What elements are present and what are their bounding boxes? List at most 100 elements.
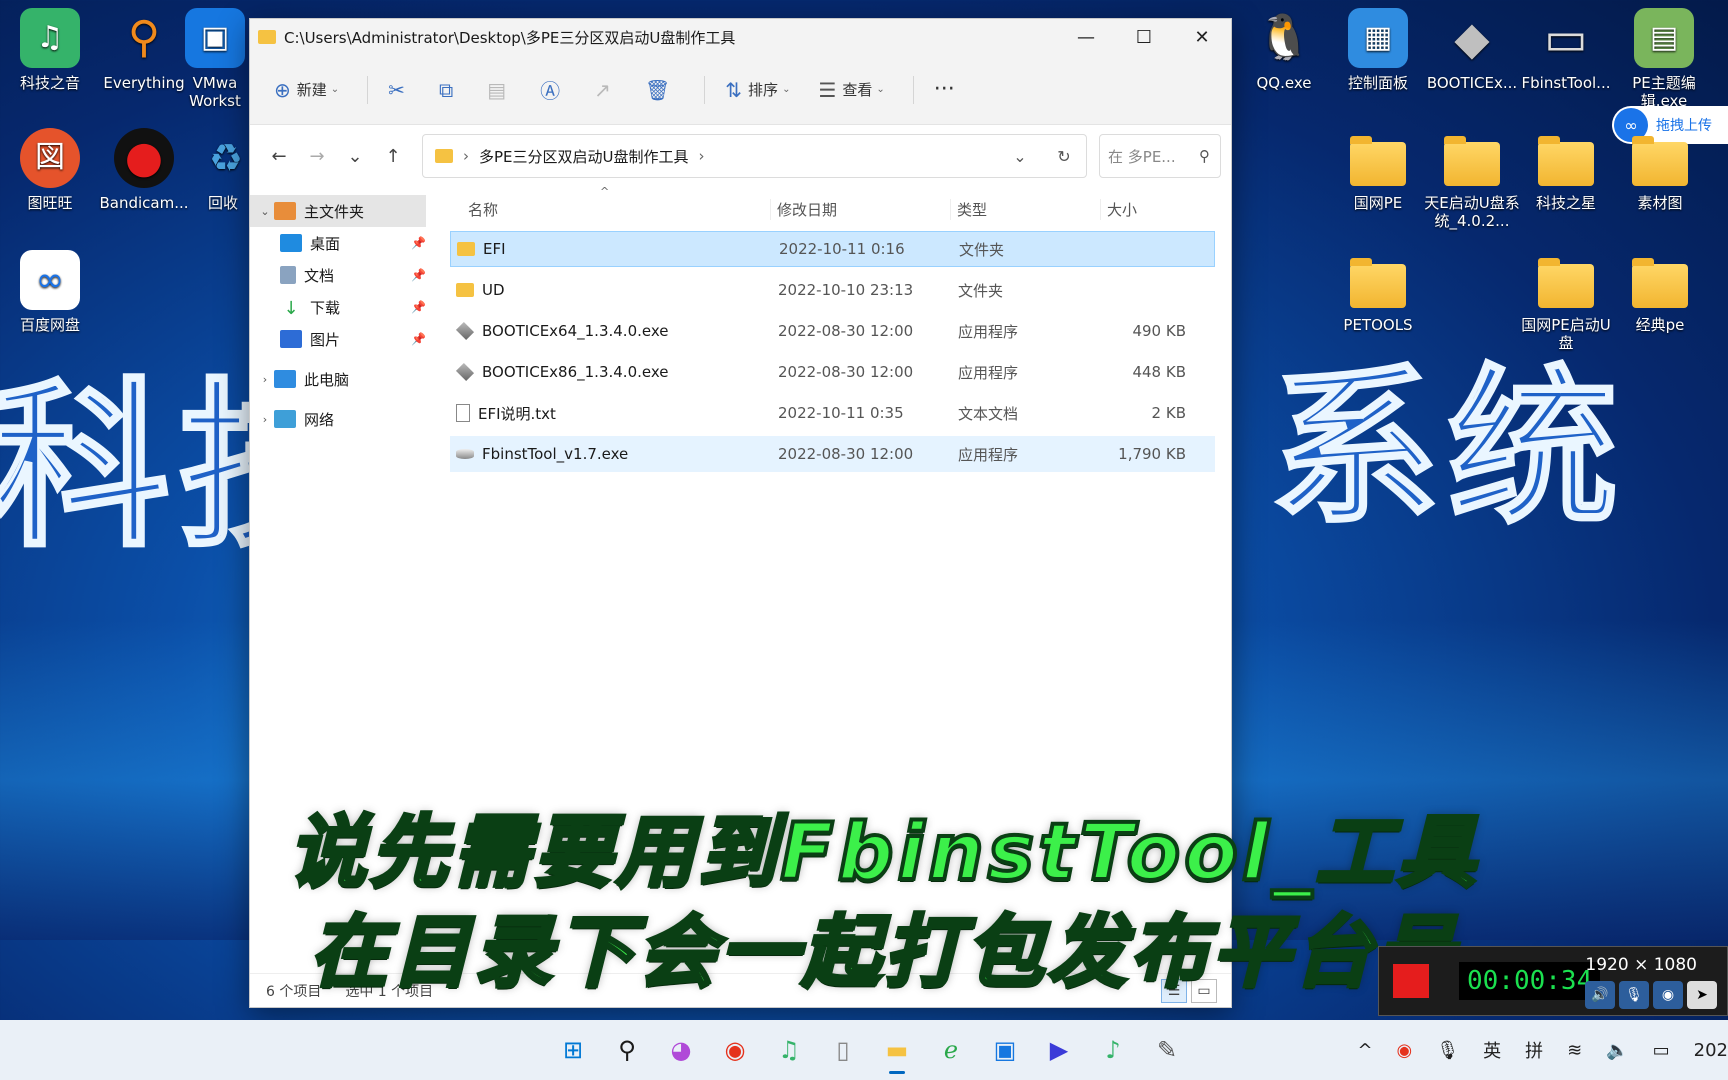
sort-button[interactable]: ⇅ 排序 ⌄ <box>715 70 800 110</box>
taskbar-app[interactable]: ♫ <box>767 1028 811 1072</box>
desktop-icon-kejizhiyin[interactable]: ♫ 科技之音 <box>2 8 98 92</box>
taskbar-app[interactable]: ℯ <box>929 1028 973 1072</box>
taskbar-app[interactable]: ▣ <box>983 1028 1027 1072</box>
folder-icon <box>1538 258 1594 308</box>
sidebar-item-label: 下载 <box>310 298 341 317</box>
table-row[interactable]: BOOTICEx86_1.3.4.0.exe 2022-08-30 12:00 … <box>450 354 1215 390</box>
record-stop-button[interactable] <box>1393 964 1429 998</box>
cursor-icon[interactable]: ➤ <box>1687 981 1717 1009</box>
desktop-folder[interactable]: 天E启动U盘系统_4.0.2... <box>1424 132 1520 230</box>
column-header-date[interactable]: 修改日期 <box>770 198 950 220</box>
desktop-icon-fbinsttool[interactable]: ▭ FbinstTool... <box>1518 8 1614 92</box>
recorder-tray-icon[interactable]: ◉ <box>1397 1040 1413 1061</box>
microphone-icon[interactable]: 🎙 <box>1436 1040 1459 1061</box>
view-button[interactable]: ☰ 查看 ⌄ <box>808 70 894 110</box>
up-button[interactable]: ↑ <box>374 136 412 176</box>
sidebar-item-home[interactable]: ⌄ 主文件夹 <box>250 195 426 227</box>
navigation-bar: ← → ⌄ ↑ › 多PE三分区双启动U盘制作工具 › ⌄ ↻ 在 多PE...… <box>250 125 1231 187</box>
desktop-icon-pe-theme[interactable]: ▤ PE主题编辑.exe <box>1612 8 1716 110</box>
ime-mode[interactable]: 拼 <box>1525 1037 1543 1063</box>
sort-label: 排序 <box>748 81 779 99</box>
taskbar-app[interactable]: ♪ <box>1091 1028 1135 1072</box>
taskbar-search-button[interactable]: ⚲ <box>605 1028 649 1072</box>
table-row[interactable]: BOOTICEx64_1.3.4.0.exe 2022-08-30 12:00 … <box>450 313 1215 349</box>
close-button[interactable]: ✕ <box>1173 19 1231 55</box>
speaker-icon[interactable]: 🔊 <box>1585 981 1615 1009</box>
desktop-icon-bandicam[interactable]: ● Bandicam... <box>96 128 192 212</box>
sidebar-item-network[interactable]: › 网络 <box>250 403 440 435</box>
desktop-icon-tuwangwang[interactable]: 図 图旺旺 <box>2 128 98 212</box>
desktop-folder[interactable]: 国网PE启动U盘 <box>1518 254 1614 352</box>
table-row[interactable]: UD 2022-10-10 23:13 文件夹 <box>450 272 1215 308</box>
column-header-name[interactable]: 名称 <box>450 199 770 220</box>
sidebar-item-downloads[interactable]: ↓ 下载 📌 <box>250 291 440 323</box>
taskbar-app[interactable]: ◕ <box>659 1028 703 1072</box>
desktop-folder[interactable]: 经典pe <box>1612 254 1708 334</box>
taskbar: ⊞ ⚲ ◕ ◉ ♫ ▯ ▬ ℯ ▣ ▶ ♪ ✎ ^ ◉ 🎙 英 拼 ≋ 🔈 ▭ … <box>0 1020 1728 1080</box>
delete-button[interactable]: 🗑 <box>635 70 686 110</box>
clock[interactable]: 202 <box>1694 1040 1728 1061</box>
sidebar-item-documents[interactable]: 文档 📌 <box>250 259 440 291</box>
sidebar-item-this-pc[interactable]: › 此电脑 <box>250 363 440 395</box>
minimize-button[interactable]: — <box>1057 19 1115 55</box>
maximize-button[interactable]: ☐ <box>1115 19 1173 55</box>
column-header-size[interactable]: 大小 <box>1100 198 1190 220</box>
sidebar-item-pictures[interactable]: 图片 📌 <box>250 323 440 355</box>
desktop-folder[interactable]: PETOOLS <box>1330 254 1426 334</box>
rename-button[interactable]: Ⓐ <box>530 70 576 110</box>
taskbar-app[interactable]: ✎ <box>1145 1028 1189 1072</box>
file-date: 2022-08-30 12:00 <box>778 322 914 340</box>
taskbar-app[interactable]: ▶ <box>1037 1028 1081 1072</box>
desktop-folder[interactable]: 素材图 <box>1612 132 1708 212</box>
microphone-icon[interactable]: 🎙 <box>1619 981 1649 1009</box>
table-row[interactable]: EFI 2022-10-11 0:16 文件夹 <box>450 231 1215 267</box>
battery-icon[interactable]: ▭ <box>1653 1040 1670 1061</box>
copy-button[interactable]: ⧉ <box>429 70 469 110</box>
more-options-button[interactable]: ··· <box>924 70 965 110</box>
sidebar-item-desktop[interactable]: 桌面 📌 <box>250 227 440 259</box>
desktop-icon-qq[interactable]: 🐧 QQ.exe <box>1236 8 1332 93</box>
control-panel-icon: ▦ <box>1348 8 1408 68</box>
forward-button[interactable]: → <box>298 136 336 176</box>
application-icon <box>455 362 475 382</box>
webcam-icon[interactable]: ◉ <box>1653 981 1683 1009</box>
recent-locations-button[interactable]: ⌄ <box>336 136 374 176</box>
address-bar[interactable]: › 多PE三分区双启动U盘制作工具 › ⌄ ↻ <box>422 134 1087 178</box>
paste-button[interactable]: ▤ <box>477 70 522 110</box>
record-icon: ◉ <box>724 1036 746 1064</box>
pin-icon: 📌 <box>411 300 426 314</box>
taskbar-app[interactable]: ▯ <box>821 1028 865 1072</box>
wifi-icon[interactable]: ≋ <box>1567 1040 1582 1061</box>
title-bar[interactable]: C:\Users\Administrator\Desktop\多PE三分区双启动… <box>250 19 1231 55</box>
address-history-button[interactable]: ⌄ <box>998 147 1042 166</box>
desktop-icon-label: Everything <box>103 74 185 92</box>
share-button[interactable]: ↗ <box>584 70 627 110</box>
desktop-icon-baidu-netdisk[interactable]: ∞ 百度网盘 <box>2 250 98 334</box>
ime-language[interactable]: 英 <box>1483 1037 1501 1063</box>
chevron-down-icon: ⌄ <box>782 84 791 95</box>
search-box[interactable]: 在 多PE... ⚲ <box>1099 134 1221 178</box>
file-size: 1,790 KB <box>1118 445 1186 463</box>
desktop-icon-recycle-bin[interactable]: ♻ 回收 <box>196 128 250 212</box>
refresh-button[interactable]: ↻ <box>1042 147 1086 166</box>
desktop-icon-everything[interactable]: ⚲ Everything <box>96 8 192 93</box>
taskbar-app-file-explorer[interactable]: ▬ <box>875 1028 919 1074</box>
table-row[interactable]: FbinstTool_v1.7.exe 2022-08-30 12:00 应用程… <box>450 436 1215 472</box>
note-icon: ✎ <box>1156 1036 1178 1064</box>
back-button[interactable]: ← <box>260 136 298 176</box>
taskbar-app[interactable]: ◉ <box>713 1028 757 1072</box>
folder-icon <box>258 30 276 44</box>
desktop-icon-bootice[interactable]: ◆ BOOTICEx... <box>1424 8 1520 92</box>
start-button[interactable]: ⊞ <box>551 1028 595 1072</box>
column-header-type[interactable]: 类型 <box>950 198 1100 220</box>
show-hidden-icons-button[interactable]: ^ <box>1357 1040 1372 1061</box>
table-row[interactable]: EFI说明.txt 2022-10-11 0:35 文本文档 2 KB <box>450 395 1215 431</box>
volume-icon[interactable]: 🔈 <box>1606 1040 1628 1061</box>
cut-button[interactable]: ✂ <box>378 70 421 110</box>
desktop-icon-control-panel[interactable]: ▦ 控制面板 <box>1330 8 1426 92</box>
desktop-folder[interactable]: 科技之星 <box>1518 132 1614 212</box>
new-button[interactable]: ⊕ 新建 ⌄ <box>264 70 349 110</box>
desktop-icon-vmware[interactable]: ▣ VMwa Workst <box>180 8 250 110</box>
breadcrumb-current-folder[interactable]: 多PE三分区双启动U盘制作工具 <box>479 146 689 167</box>
desktop-folder[interactable]: 国网PE <box>1330 132 1426 212</box>
